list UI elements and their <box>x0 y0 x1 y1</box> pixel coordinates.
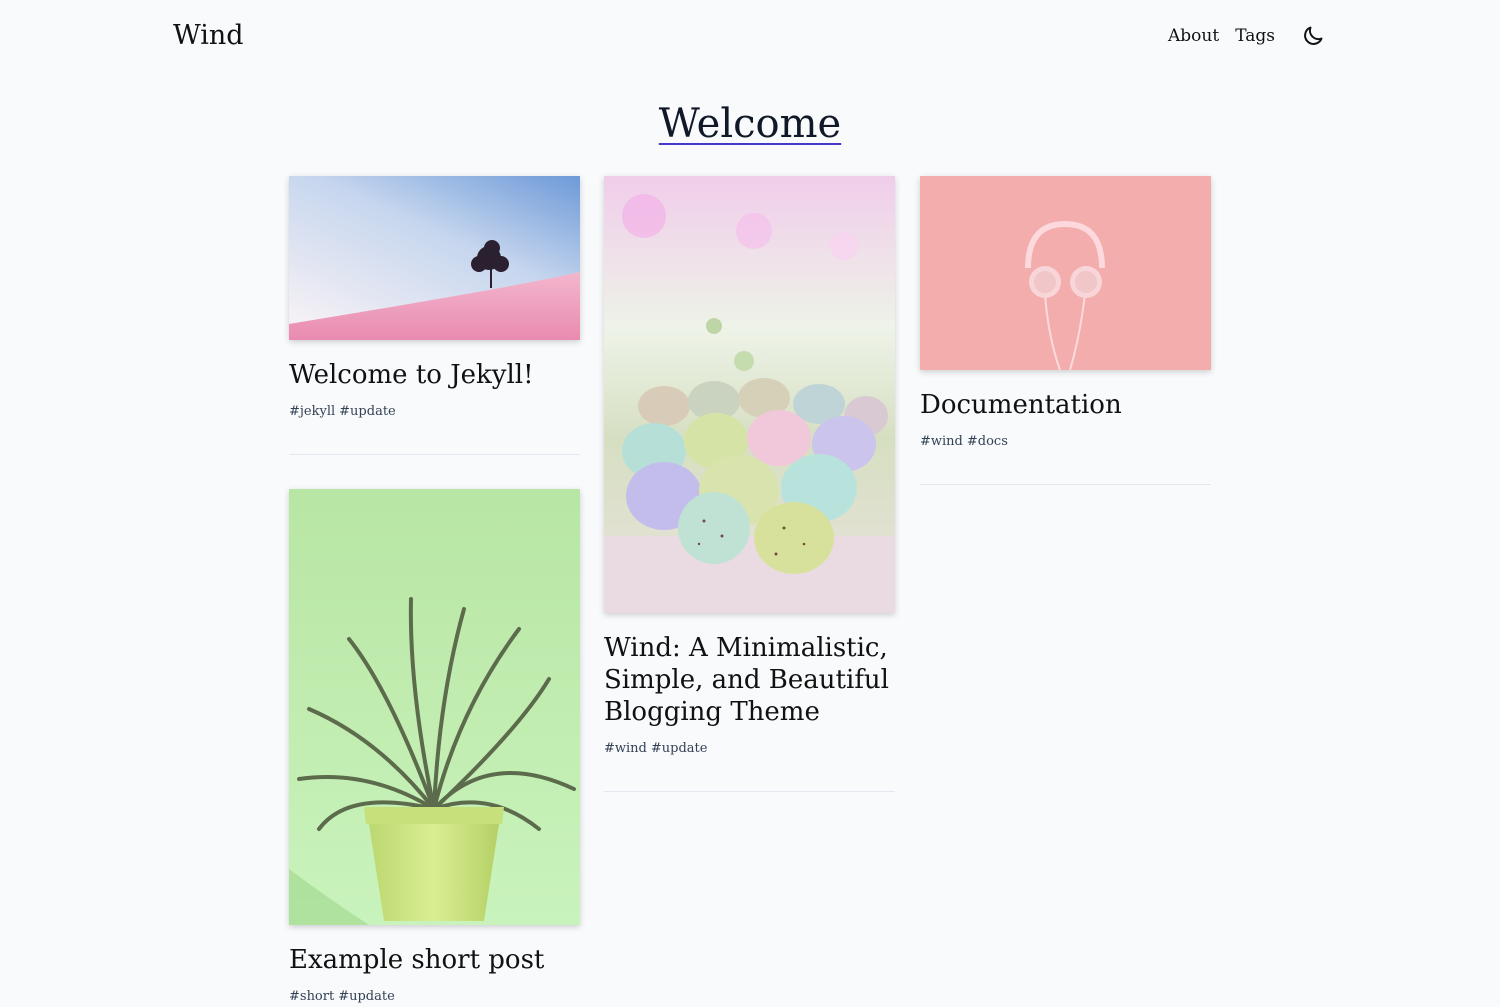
post-separator <box>289 454 580 455</box>
post-title[interactable]: Welcome to Jekyll! <box>289 359 580 391</box>
tag-link[interactable]: #jekyll <box>289 404 335 419</box>
post-title[interactable]: Example short post <box>289 944 580 976</box>
tag-link[interactable]: #short <box>289 989 334 1004</box>
post-card: Wind: A Minimalistic, Simple, and Beauti… <box>604 176 895 792</box>
nav-about-link[interactable]: About <box>1168 22 1219 50</box>
pink-headphones-image <box>920 176 1211 370</box>
post-card: Welcome to Jekyll! #jekyll #update <box>289 176 580 455</box>
main-nav: About Tags <box>1168 22 1325 50</box>
post-tags: #wind #docs <box>920 432 1211 452</box>
post-tags: #wind #update <box>604 739 895 759</box>
post-tags: #jekyll #update <box>289 402 580 422</box>
post-title[interactable]: Documentation <box>920 389 1211 421</box>
post-title[interactable]: Wind: A Minimalistic, Simple, and Beauti… <box>604 632 895 728</box>
page-title: Welcome <box>0 98 1500 150</box>
post-thumbnail[interactable] <box>289 489 580 925</box>
tag-link[interactable]: #wind <box>604 741 647 756</box>
post-thumbnail[interactable] <box>604 176 895 613</box>
post-tags: #short #update <box>289 987 580 1007</box>
tag-link[interactable]: #wind <box>920 434 963 449</box>
tag-link[interactable]: #update <box>651 741 708 756</box>
post-separator <box>920 484 1211 485</box>
nav-tags-link[interactable]: Tags <box>1235 22 1275 50</box>
pastel-eggs-image <box>604 176 895 613</box>
green-air-plant-image <box>289 489 580 925</box>
post-thumbnail[interactable] <box>920 176 1211 370</box>
post-card: Documentation #wind #docs <box>920 176 1211 485</box>
post-card: Example short post #short #update <box>289 489 580 1007</box>
tag-link[interactable]: #update <box>339 404 396 419</box>
post-thumbnail[interactable] <box>289 176 580 340</box>
page-title-link[interactable]: Welcome <box>659 101 841 147</box>
site-title[interactable]: Wind <box>173 18 244 54</box>
post-separator <box>604 791 895 792</box>
moon-icon[interactable] <box>1301 24 1325 48</box>
tag-link[interactable]: #docs <box>967 434 1008 449</box>
tag-link[interactable]: #update <box>338 989 395 1004</box>
pink-hill-tree-image <box>289 176 580 340</box>
